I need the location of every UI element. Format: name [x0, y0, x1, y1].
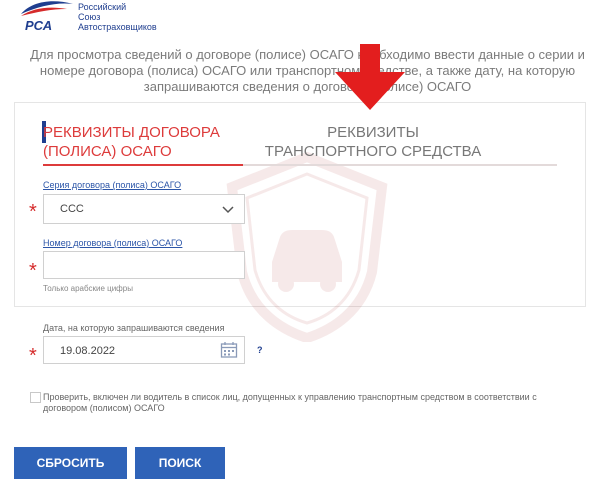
logo-text: Российский Союз Автостраховщиков — [78, 2, 157, 32]
search-button[interactable]: ПОИСК — [135, 447, 225, 479]
rsa-logo-icon: РСА — [21, 1, 73, 33]
driver-check-checkbox[interactable] — [30, 392, 41, 403]
driver-check-label[interactable]: Проверить, включен ли водитель в список … — [43, 392, 573, 414]
number-input[interactable] — [43, 251, 245, 279]
series-label: Серия договора (полиса) ОСАГО — [43, 180, 182, 190]
series-select-value: ССС — [60, 203, 84, 215]
arrow-down-icon — [335, 44, 405, 110]
number-required-mark: * — [29, 260, 37, 282]
date-input[interactable]: 19.08.2022 — [43, 336, 245, 364]
shield-watermark-icon — [226, 152, 388, 342]
logo-line-2: Союз — [78, 12, 101, 22]
date-input-value: 19.08.2022 — [60, 345, 116, 357]
tab-policy-details[interactable]: РЕКВИЗИТЫ ДОГОВОРА (ПОЛИСА) ОСАГО — [43, 123, 253, 161]
logo-abbr: РСА — [25, 18, 52, 33]
calendar-icon[interactable] — [220, 341, 238, 359]
number-hint: Только арабские цифры — [43, 284, 133, 293]
tab-active-underline — [43, 164, 243, 166]
intro-text: Для просмотра сведений о договоре (полис… — [30, 47, 585, 94]
logo-line-3: Автостраховщиков — [78, 22, 157, 32]
reset-button[interactable]: СБРОСИТЬ — [14, 447, 127, 479]
number-label: Номер договора (полиса) ОСАГО — [43, 238, 183, 248]
tab-vehicle-details[interactable]: РЕКВИЗИТЫ ТРАНСПОРТНОГО СРЕДСТВА — [262, 123, 484, 161]
date-label: Дата, на которую запрашиваются сведения — [43, 323, 225, 333]
logo-line-1: Российский — [78, 2, 127, 12]
series-select[interactable]: ССС — [43, 194, 245, 224]
date-help-icon[interactable]: ? — [257, 345, 263, 355]
rsa-logo[interactable]: РСА Российский Союз Автостраховщиков — [19, 0, 179, 34]
series-required-mark: * — [29, 201, 37, 223]
date-required-mark: * — [29, 345, 37, 367]
chevron-down-icon — [222, 206, 234, 214]
